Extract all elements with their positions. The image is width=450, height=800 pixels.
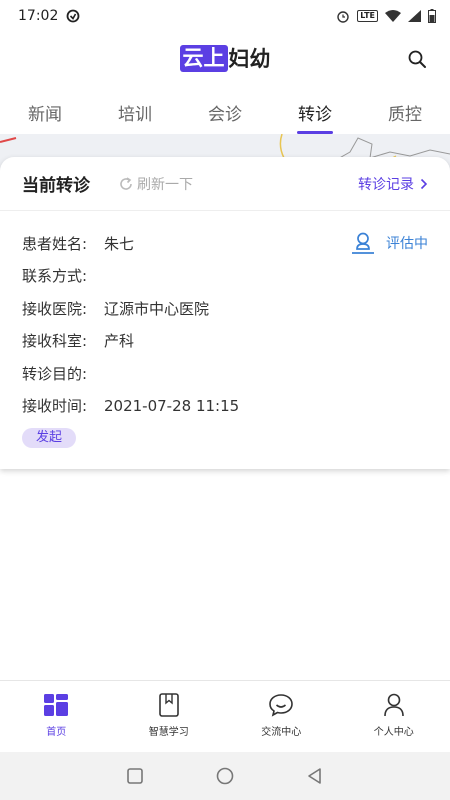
initiated-tag: 发起 <box>22 428 77 448</box>
row-label: 接收医院: <box>22 299 88 318</box>
logo-text: 妇幼 <box>228 47 271 71</box>
tab-news[interactable]: 新闻 <box>0 86 90 134</box>
evaluation-status[interactable]: 评估中 <box>350 231 428 255</box>
back-triangle-icon[interactable] <box>306 767 324 785</box>
refresh-label: 刷新一下 <box>137 176 193 193</box>
recent-apps-icon[interactable] <box>126 767 144 785</box>
refresh-icon <box>120 176 132 190</box>
evaluator-person-icon <box>352 232 374 254</box>
bottom-nav: 首页 智慧学习 交流中心 个人中心 <box>0 680 450 752</box>
app-logo: 云上 妇幼 <box>179 43 271 73</box>
tab-training[interactable]: 培训 <box>90 86 180 134</box>
wifi-icon <box>385 10 401 22</box>
referral-records-link[interactable]: 转诊记录 <box>358 174 428 194</box>
category-tabs: 新闻 培训 会诊 转诊 质控 <box>0 86 450 134</box>
current-referral-card: 当前转诊 刷新一下 转诊记录 评估中 患者姓名: 朱七 联系方式: 接收医院: … <box>0 157 450 469</box>
chevron-right-icon <box>420 178 428 189</box>
nav-communication-center[interactable]: 交流中心 <box>225 681 338 752</box>
app-header: 云上 妇幼 <box>0 32 450 84</box>
row-label: 联系方式: <box>22 267 88 286</box>
row-label: 接收时间: <box>22 397 88 416</box>
status-bar: 17:02 LTE <box>0 0 450 32</box>
app-notification-icon <box>66 9 80 23</box>
status-time: 17:02 <box>18 8 59 24</box>
chat-bubble-icon <box>269 694 294 717</box>
status-text: 评估中 <box>386 236 428 252</box>
info-row-hospital: 接收医院: 辽源市中心医院 <box>22 292 428 325</box>
row-label: 接收科室: <box>22 332 88 351</box>
nav-label: 个人中心 <box>373 727 414 738</box>
tab-quality-control[interactable]: 质控 <box>360 86 450 134</box>
home-grid-icon <box>44 694 69 716</box>
nav-personal-center[interactable]: 个人中心 <box>338 681 450 752</box>
row-value: 辽源市中心医院 <box>104 299 210 318</box>
battery-icon <box>428 9 436 23</box>
logo-box-text: 云上 <box>179 44 228 72</box>
nav-home[interactable]: 首页 <box>0 681 113 752</box>
info-row-department: 接收科室: 产科 <box>22 325 428 358</box>
card-title: 当前转诊 <box>22 176 90 196</box>
row-value: 产科 <box>104 332 135 351</box>
signal-icon <box>408 10 421 22</box>
nav-label: 交流中心 <box>261 727 302 738</box>
search-icon[interactable] <box>406 48 428 70</box>
row-label: 转诊目的: <box>22 364 88 383</box>
row-value: 2021-07-28 11:15 <box>104 396 240 415</box>
alarm-icon <box>337 11 349 23</box>
tab-consultation[interactable]: 会诊 <box>180 86 270 134</box>
system-nav-bar <box>0 752 450 800</box>
person-icon <box>383 693 404 717</box>
info-row-receive-time: 接收时间: 2021-07-28 11:15 <box>22 390 428 423</box>
home-circle-icon[interactable] <box>215 766 235 786</box>
info-row-purpose: 转诊目的: <box>22 357 428 390</box>
records-link-label: 转诊记录 <box>358 176 414 193</box>
lte-badge: LTE <box>357 10 378 22</box>
info-row-contact: 联系方式: <box>22 260 428 293</box>
nav-smart-learning[interactable]: 智慧学习 <box>113 681 226 752</box>
row-value: 朱七 <box>104 234 135 253</box>
book-icon <box>158 693 179 717</box>
card-header: 当前转诊 刷新一下 转诊记录 <box>0 157 450 211</box>
nav-label: 首页 <box>46 727 67 738</box>
tab-referral[interactable]: 转诊 <box>270 86 360 134</box>
refresh-button[interactable]: 刷新一下 <box>118 174 193 194</box>
referral-info: 评估中 患者姓名: 朱七 联系方式: 接收医院: 辽源市中心医院 接收科室: 产… <box>0 211 450 448</box>
row-label: 患者姓名: <box>22 234 88 253</box>
nav-label: 智慧学习 <box>148 727 189 738</box>
